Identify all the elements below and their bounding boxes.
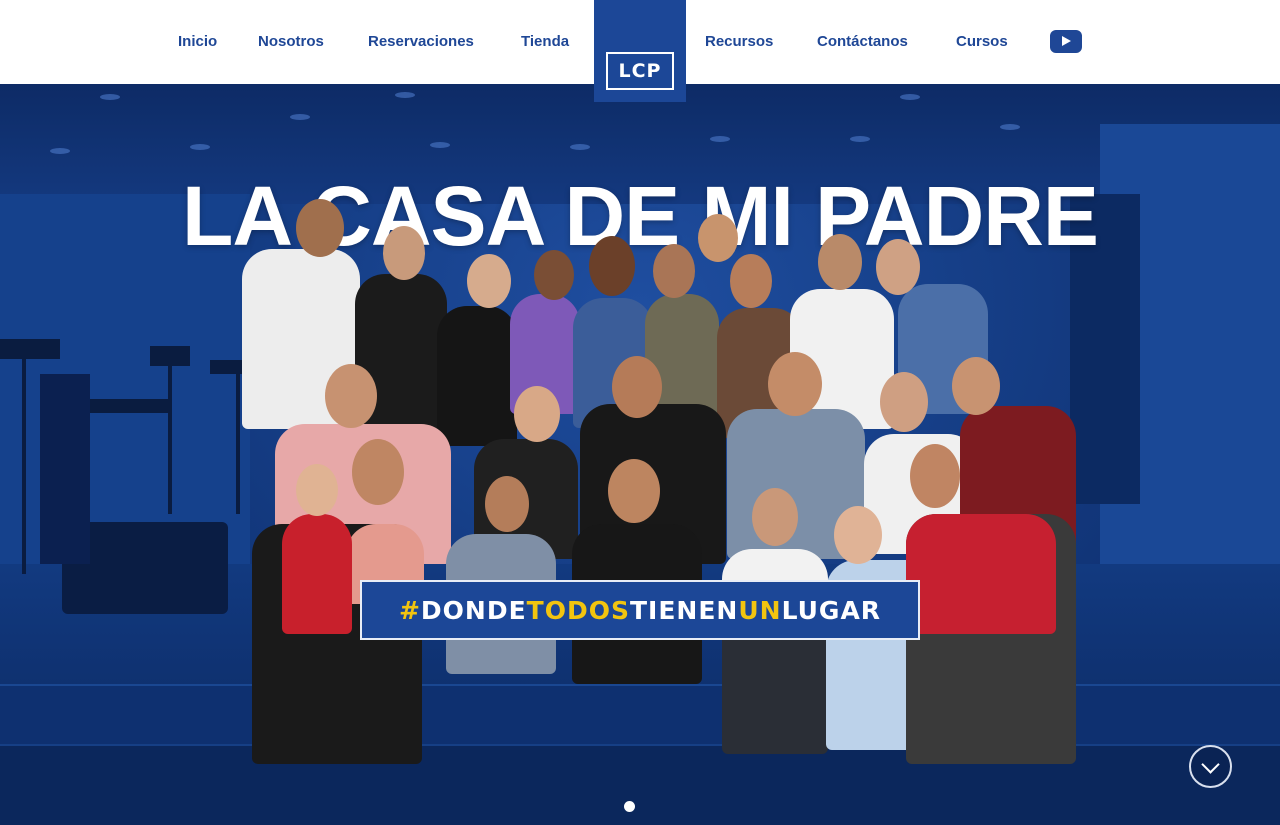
logo-text: LCP <box>618 60 662 82</box>
person-head <box>730 254 772 308</box>
person-head <box>653 244 695 298</box>
person-head <box>325 364 377 428</box>
chevron-down-icon <box>1201 755 1220 774</box>
person-head <box>589 236 635 296</box>
person <box>282 514 352 634</box>
scroll-down-button[interactable] <box>1189 745 1232 788</box>
person-head <box>834 506 882 564</box>
site-logo[interactable]: LCP <box>594 0 686 102</box>
person-head <box>698 214 738 262</box>
hashtag-part: LUGAR <box>781 595 882 625</box>
hashtag-part: TODOS <box>526 595 630 625</box>
person-head <box>612 356 662 418</box>
logo-frame: LCP <box>606 52 674 90</box>
person <box>437 306 517 446</box>
nav-link-inicio[interactable]: Inicio <box>178 33 217 50</box>
nav-link-recursos[interactable]: Recursos <box>705 33 773 50</box>
nav-link-reservaciones[interactable]: Reservaciones <box>368 33 474 50</box>
hashtag-part: # <box>398 595 421 625</box>
person-head <box>876 239 920 295</box>
person-head <box>467 254 511 308</box>
person-head <box>818 234 862 290</box>
hero-banner: LA CASA DE MI PADRE # DONDE TODOS TIENEN… <box>0 84 1280 825</box>
person-head <box>514 386 560 442</box>
play-icon <box>1062 36 1071 46</box>
person-head <box>296 199 344 257</box>
nav-link-nosotros[interactable]: Nosotros <box>258 33 324 50</box>
person-head <box>768 352 822 416</box>
nav-link-contactanos[interactable]: Contáctanos <box>817 33 908 50</box>
person-head <box>383 226 425 280</box>
person-head <box>485 476 529 532</box>
person-head <box>880 372 928 432</box>
hashtag-part: TIENEN <box>629 595 739 625</box>
hashtag-part: DONDE <box>420 595 527 625</box>
person-head <box>952 357 1000 415</box>
hashtag-banner: # DONDE TODOS TIENEN UN LUGAR <box>360 580 920 640</box>
person-head <box>752 488 798 546</box>
person-head <box>352 439 404 505</box>
person-head <box>910 444 960 508</box>
hashtag-part: UN <box>738 595 782 625</box>
person <box>906 514 1056 634</box>
nav-link-cursos[interactable]: Cursos <box>956 33 1008 50</box>
nav-link-tienda[interactable]: Tienda <box>521 33 569 50</box>
carousel-dot[interactable] <box>624 801 635 812</box>
person-head <box>296 464 338 516</box>
group-photo <box>0 84 1280 825</box>
person-head <box>534 250 574 300</box>
person-head <box>608 459 660 523</box>
youtube-icon[interactable] <box>1050 30 1082 53</box>
